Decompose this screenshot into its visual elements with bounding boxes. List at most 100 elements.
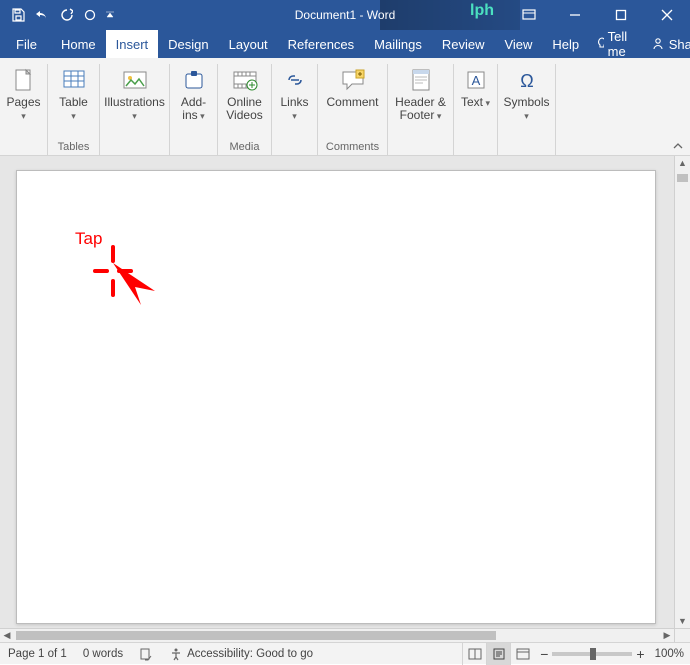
read-mode-button[interactable] (462, 643, 486, 665)
redo-button[interactable] (54, 0, 78, 30)
text-button[interactable]: A Text (455, 64, 497, 111)
tables-group-label: Tables (58, 141, 90, 155)
vertical-scrollbar[interactable]: ▲ ▼ (674, 156, 690, 628)
media-group-label: Media (230, 141, 260, 155)
addins-button[interactable]: Add- ins (173, 64, 215, 123)
page-number-status[interactable]: Page 1 of 1 (0, 648, 75, 660)
header-footer-label: Header & Footer (395, 96, 446, 121)
collapse-ribbon-button[interactable] (672, 141, 684, 151)
illustrations-label: Illustrations (104, 96, 165, 121)
addins-label: Add- ins (181, 96, 206, 121)
tab-view[interactable]: View (494, 30, 542, 58)
zoom-percent[interactable]: 100% (649, 648, 684, 660)
accessibility-label: Accessibility: Good to go (187, 648, 313, 660)
zoom-slider[interactable] (552, 652, 632, 656)
table-icon (57, 66, 91, 94)
tab-view-label: View (504, 37, 532, 52)
print-layout-button[interactable] (486, 643, 510, 665)
accessibility-icon (169, 647, 183, 661)
tell-me-search[interactable]: Tell me (589, 29, 639, 59)
comment-label: Comment (327, 96, 379, 109)
lightbulb-icon (595, 37, 604, 51)
document-page[interactable]: Tap (16, 170, 656, 624)
tap-cursor-icon (93, 243, 173, 313)
pages-button[interactable]: Pages (2, 64, 44, 123)
tab-home[interactable]: Home (51, 30, 106, 58)
share-icon (651, 37, 665, 51)
tab-references-label: References (288, 37, 354, 52)
zoom-out-button[interactable]: − (540, 646, 548, 662)
symbols-label: Symbols (504, 96, 550, 121)
addins-icon (177, 66, 211, 94)
qat-customize-button[interactable] (102, 0, 118, 30)
video-label: Online Videos (226, 96, 262, 121)
horizontal-scrollbar[interactable]: ◀ ▶ (0, 628, 674, 642)
symbols-icon: Ω (510, 66, 544, 94)
tab-file-label: File (16, 37, 37, 52)
undo-button[interactable] (30, 0, 54, 30)
window-controls (506, 0, 690, 30)
pages-icon (7, 66, 41, 94)
accessibility-status[interactable]: Accessibility: Good to go (161, 647, 321, 661)
video-icon (228, 66, 262, 94)
scroll-left-button[interactable]: ◀ (0, 629, 14, 642)
tab-insert[interactable]: Insert (106, 30, 159, 58)
svg-text:A: A (471, 73, 480, 88)
page-number-label: Page 1 of 1 (8, 648, 67, 660)
tab-help[interactable]: Help (542, 30, 589, 58)
tab-mailings[interactable]: Mailings (364, 30, 432, 58)
scroll-down-button[interactable]: ▼ (675, 614, 690, 628)
share-button[interactable]: Share (645, 37, 690, 52)
quick-access-toolbar (0, 0, 118, 30)
scroll-right-button[interactable]: ▶ (660, 629, 674, 642)
comment-icon (336, 66, 370, 94)
symbols-button[interactable]: Ω Symbols (500, 64, 554, 123)
tap-annotation: Tap (75, 229, 102, 249)
tab-insert-label: Insert (116, 37, 149, 52)
tab-layout-label: Layout (229, 37, 268, 52)
comment-button[interactable]: Comment (323, 64, 383, 111)
table-button[interactable]: Table (53, 64, 95, 123)
tab-design[interactable]: Design (158, 30, 218, 58)
illustrations-button[interactable]: Illustrations (100, 64, 169, 123)
tab-file[interactable]: File (0, 30, 51, 58)
status-bar: Page 1 of 1 0 words Accessibility: Good … (0, 642, 690, 664)
tab-review[interactable]: Review (432, 30, 495, 58)
zoom-in-button[interactable]: + (636, 646, 644, 662)
document-title: Document1 - Word (295, 8, 395, 22)
tab-references[interactable]: References (278, 30, 364, 58)
titlebar: Document1 - Word lph (0, 0, 690, 30)
header-footer-button[interactable]: Header & Footer (391, 64, 450, 123)
maximize-button[interactable] (598, 0, 644, 30)
proofing-status[interactable] (131, 647, 161, 661)
zoom-slider-knob[interactable] (590, 648, 596, 660)
close-button[interactable] (644, 0, 690, 30)
links-button[interactable]: Links (274, 64, 316, 123)
link-icon (278, 66, 312, 94)
ribbon-tabs: File Home Insert Design Layout Reference… (0, 30, 690, 58)
overlay-watermark: lph (470, 2, 494, 20)
tab-design-label: Design (168, 37, 208, 52)
scroll-up-button[interactable]: ▲ (675, 156, 690, 170)
decorative-overlay (380, 0, 520, 30)
minimize-button[interactable] (552, 0, 598, 30)
view-buttons (462, 643, 534, 665)
word-count-status[interactable]: 0 words (75, 648, 131, 660)
ribbon: Pages Table Tables Illustrations Add- in… (0, 58, 690, 156)
save-button[interactable] (6, 0, 30, 30)
pages-label: Pages (6, 96, 40, 121)
hscroll-thumb[interactable] (16, 631, 496, 640)
links-label: Links (278, 96, 312, 121)
tell-me-label: Tell me (608, 29, 633, 59)
svg-text:Ω: Ω (520, 71, 533, 91)
table-label: Table (57, 96, 91, 121)
comments-group-label: Comments (326, 141, 379, 155)
web-layout-button[interactable] (510, 643, 534, 665)
online-videos-button[interactable]: Online Videos (222, 64, 266, 123)
touch-mode-button[interactable] (78, 0, 102, 30)
tab-home-label: Home (61, 37, 96, 52)
tab-layout[interactable]: Layout (219, 30, 278, 58)
zoom-control: − + 100% (534, 646, 690, 662)
vscroll-thumb[interactable] (677, 174, 688, 182)
scroll-corner (674, 628, 690, 642)
